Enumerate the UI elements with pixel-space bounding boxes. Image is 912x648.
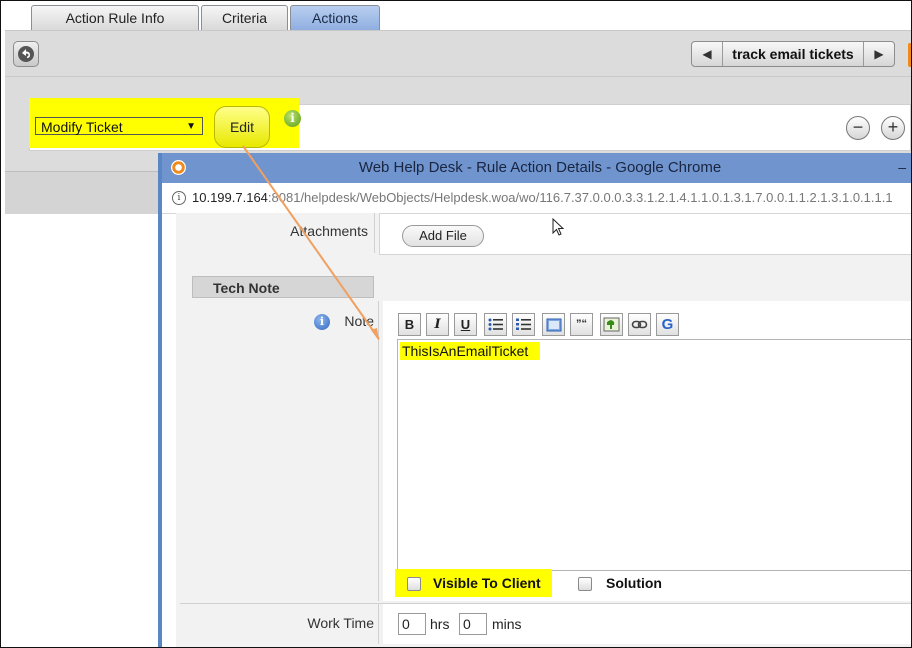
solution-label: Solution bbox=[606, 575, 662, 591]
url-host: 10.199.7.164 bbox=[192, 190, 268, 205]
window-title: Web Help Desk - Rule Action Details - Go… bbox=[358, 159, 722, 176]
add-file-button[interactable]: Add File bbox=[402, 225, 484, 247]
work-time-label: Work Time bbox=[307, 615, 374, 631]
minutes-unit: mins bbox=[492, 616, 522, 632]
italic-icon[interactable]: I bbox=[426, 313, 449, 336]
minimize-button[interactable]: – bbox=[898, 159, 906, 175]
url-text: 10.199.7.164:8081/helpdesk/WebObjects/He… bbox=[192, 183, 893, 213]
quote-icon[interactable]: ”“ bbox=[570, 313, 593, 336]
app-frame: Action Rule Info Criteria Actions ◀ trac… bbox=[0, 0, 912, 648]
tech-note-header: Tech Note bbox=[192, 276, 374, 298]
dropdown-caret-icon: ▼ bbox=[186, 121, 196, 132]
bold-icon[interactable]: B bbox=[398, 313, 421, 336]
info-blue-icon[interactable]: i bbox=[314, 314, 330, 330]
info-icon[interactable]: i bbox=[172, 191, 186, 205]
edit-button[interactable]: Edit bbox=[214, 106, 270, 148]
divider bbox=[5, 76, 911, 77]
underline-icon[interactable]: U bbox=[454, 313, 477, 336]
visible-to-client-checkbox[interactable] bbox=[407, 577, 421, 591]
triangle-left-icon: ◀ bbox=[702, 47, 712, 61]
bulleted-list-icon[interactable] bbox=[484, 313, 507, 336]
rule-pager: ◀ track email tickets ▶ bbox=[691, 41, 895, 67]
remove-action-button[interactable]: − bbox=[846, 116, 870, 140]
tab-action-rule-info[interactable]: Action Rule Info bbox=[31, 5, 199, 30]
address-bar[interactable]: i 10.199.7.164:8081/helpdesk/WebObjects/… bbox=[162, 183, 911, 214]
popup-content: Attachments Add File Tech Note Note i B … bbox=[176, 213, 911, 647]
frame-icon[interactable] bbox=[542, 313, 565, 336]
back-arrow-icon bbox=[18, 46, 34, 62]
google-icon[interactable]: G bbox=[656, 313, 679, 336]
action-type-value: Modify Ticket bbox=[41, 119, 123, 135]
action-type-select[interactable]: Modify Ticket ▼ bbox=[35, 117, 203, 135]
back-button[interactable] bbox=[13, 41, 39, 67]
link-icon[interactable] bbox=[628, 313, 651, 336]
tab-actions[interactable]: Actions bbox=[290, 5, 380, 30]
numbered-list-icon[interactable] bbox=[512, 313, 535, 336]
note-editor[interactable]: ThisIsAnEmailTicket bbox=[397, 339, 911, 571]
panel-footer bbox=[5, 171, 165, 214]
note-text: ThisIsAnEmailTicket bbox=[400, 342, 541, 360]
attachments-label-cell: Attachments bbox=[180, 213, 375, 253]
orange-button-edge bbox=[908, 43, 911, 67]
rule-name: track email tickets bbox=[732, 46, 854, 62]
triangle-right-icon: ▶ bbox=[874, 47, 884, 61]
next-rule-button[interactable]: ▶ bbox=[863, 42, 894, 66]
minus-icon: − bbox=[852, 117, 864, 137]
minutes-input[interactable]: 0 bbox=[459, 613, 487, 635]
hours-unit: hrs bbox=[430, 616, 450, 632]
work-time-label-cell: Work Time bbox=[180, 604, 379, 644]
visible-to-client-label: Visible To Client bbox=[433, 575, 541, 591]
attachments-label: Attachments bbox=[290, 223, 368, 239]
tab-bar: Action Rule Info Criteria Actions bbox=[1, 1, 911, 31]
solution-checkbox[interactable] bbox=[578, 577, 592, 591]
image-icon[interactable] bbox=[600, 313, 623, 336]
tab-criteria[interactable]: Criteria bbox=[201, 5, 288, 30]
mouse-cursor-icon bbox=[552, 218, 565, 236]
note-label-cell: Note i bbox=[180, 301, 379, 601]
url-path: :8081/helpdesk/WebObjects/Helpdesk.woa/w… bbox=[267, 190, 893, 205]
window-titlebar: Web Help Desk - Rule Action Details - Go… bbox=[162, 153, 911, 183]
hours-input[interactable]: 0 bbox=[398, 613, 426, 635]
rule-action-details-window: Web Help Desk - Rule Action Details - Go… bbox=[158, 153, 911, 647]
add-action-button[interactable]: + bbox=[881, 116, 905, 140]
note-label: Note bbox=[344, 313, 374, 329]
prev-rule-button[interactable]: ◀ bbox=[692, 42, 723, 66]
plus-icon: + bbox=[887, 117, 899, 137]
info-green-icon[interactable]: i bbox=[284, 110, 301, 127]
